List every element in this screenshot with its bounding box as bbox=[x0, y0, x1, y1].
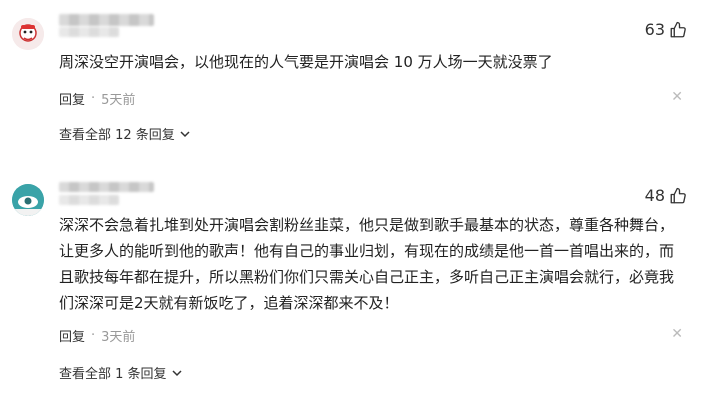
close-icon[interactable]: ✕ bbox=[671, 326, 683, 342]
comment-item: 63 周深没空开演唱会，以他现在的人气要是开演唱会 10 万人场一天就没票了 回… bbox=[0, 0, 717, 150]
reply-button[interactable]: 回复 bbox=[59, 326, 85, 345]
username-redacted bbox=[59, 195, 119, 205]
comment-meta: 回复 · 5天前 bbox=[59, 89, 135, 108]
chevron-down-icon bbox=[172, 369, 182, 376]
avatar[interactable] bbox=[12, 184, 44, 216]
comment-text: 周深没空开演唱会，以他现在的人气要是开演唱会 10 万人场一天就没票了 bbox=[59, 53, 553, 71]
like-count-value: 63 bbox=[644, 20, 665, 39]
view-all-replies-label: 查看全部 1 条回复 bbox=[59, 367, 167, 382]
chevron-down-icon bbox=[180, 130, 190, 137]
comment-time: 5天前 bbox=[101, 93, 136, 108]
view-all-replies-label: 查看全部 12 条回复 bbox=[59, 128, 175, 143]
comment-text: 深深不会急着扎堆到处开演唱会割粉丝韭菜，他只是做到歌手最基本的状态，尊重各种舞台… bbox=[59, 216, 675, 312]
thumbs-up-icon[interactable] bbox=[669, 187, 687, 205]
like-count[interactable]: 63 bbox=[645, 20, 687, 39]
username-redacted bbox=[59, 14, 154, 26]
thumbs-up-icon[interactable] bbox=[669, 21, 687, 39]
comment-time: 3天前 bbox=[101, 330, 136, 345]
view-all-replies-link[interactable]: 查看全部 12 条回复 bbox=[59, 124, 191, 143]
reply-button[interactable]: 回复 bbox=[59, 89, 85, 108]
comment-list: 63 周深没空开演唱会，以他现在的人气要是开演唱会 10 万人场一天就没票了 回… bbox=[0, 0, 717, 404]
like-count-value: 48 bbox=[644, 186, 665, 205]
username-redacted bbox=[59, 182, 154, 192]
comment-item: 48 深深不会急着扎堆到处开演唱会割粉丝韭菜，他只是做到歌手最基本的状态，尊重各… bbox=[0, 170, 717, 404]
like-count[interactable]: 48 bbox=[645, 186, 687, 205]
avatar-image bbox=[12, 184, 44, 216]
separator-dot: · bbox=[91, 91, 96, 106]
avatar[interactable] bbox=[12, 18, 44, 50]
separator-dot: · bbox=[91, 328, 96, 343]
view-all-replies-link[interactable]: 查看全部 1 条回复 bbox=[59, 363, 183, 382]
comment-meta: 回复 · 3天前 bbox=[59, 326, 135, 345]
avatar-image bbox=[12, 18, 44, 50]
username-redacted bbox=[59, 27, 119, 37]
close-icon[interactable]: ✕ bbox=[671, 89, 683, 105]
